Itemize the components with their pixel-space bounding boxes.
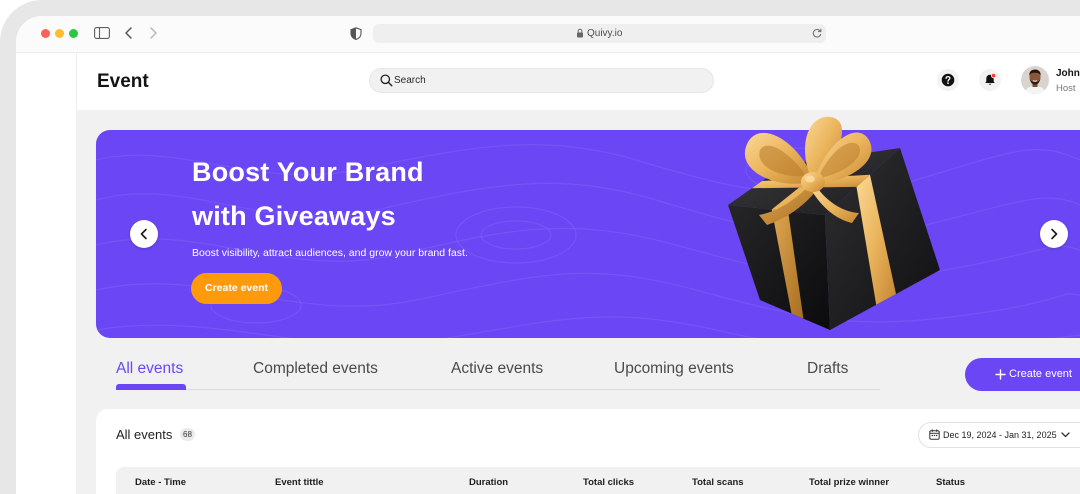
close-dot-icon[interactable]	[41, 29, 50, 38]
banner-title-line1: Boost Your Brand	[192, 157, 424, 187]
active-tab-indicator	[116, 384, 186, 390]
lock-icon	[576, 28, 584, 38]
url-text[interactable]: Quivy.io	[587, 24, 622, 43]
banner-prev-button[interactable]	[130, 220, 158, 248]
column-header-total-clicks[interactable]: Total clicks	[583, 477, 634, 489]
search-icon	[380, 74, 393, 87]
minimize-dot-icon[interactable]	[55, 29, 64, 38]
banner-subtitle: Boost visibility, attract audiences, and…	[192, 247, 468, 259]
sidebar-toggle-icon[interactable]	[94, 27, 110, 39]
search-input[interactable]	[394, 69, 704, 92]
column-header-duration[interactable]: Duration	[469, 477, 508, 489]
chevron-right-icon	[1051, 228, 1058, 240]
tab-drafts[interactable]: Drafts	[807, 359, 848, 379]
user-role: Host	[1056, 83, 1076, 94]
banner-next-button[interactable]	[1040, 220, 1068, 248]
chevron-down-icon[interactable]	[1061, 432, 1070, 438]
tabs-divider	[116, 389, 880, 390]
plus-icon	[995, 369, 1006, 380]
screen: Quivy.io Event John	[0, 0, 1080, 494]
calendar-icon	[929, 429, 940, 440]
avatar[interactable]	[1020, 65, 1050, 95]
tab-completed-events[interactable]: Completed events	[253, 359, 378, 379]
maximize-dot-icon[interactable]	[69, 29, 78, 38]
tab-all-events[interactable]: All events	[116, 359, 183, 379]
column-header-date-time[interactable]: Date - Time	[135, 477, 186, 489]
column-header-total-prize-winner[interactable]: Total prize winner	[809, 477, 889, 489]
user-name[interactable]: John	[1056, 67, 1080, 80]
column-header-status[interactable]: Status	[936, 477, 965, 489]
app-sidebar	[16, 53, 77, 494]
events-card-title: All events	[116, 427, 173, 442]
tab-upcoming-events[interactable]: Upcoming events	[614, 359, 734, 379]
column-header-total-scans[interactable]: Total scans	[692, 477, 744, 489]
help-icon[interactable]	[937, 69, 959, 91]
shield-icon[interactable]	[350, 27, 362, 40]
create-event-label[interactable]: Create event	[1009, 358, 1072, 391]
banner-create-event-button[interactable]: Create event	[191, 273, 282, 304]
chevron-left-icon	[140, 228, 147, 240]
back-chevron-icon[interactable]	[124, 27, 134, 39]
gift-box-illustration	[715, 112, 950, 334]
banner-title-line2: with Giveaways	[192, 201, 396, 231]
page-title: Event	[97, 71, 149, 92]
events-count-badge: 68	[180, 428, 195, 441]
date-range-text[interactable]: Dec 19, 2024 - Jan 31, 2025	[943, 422, 1057, 448]
tab-active-events[interactable]: Active events	[451, 359, 543, 379]
forward-chevron-icon[interactable]	[148, 27, 158, 39]
bell-icon[interactable]	[979, 69, 1001, 91]
column-header-event-title[interactable]: Event tittle	[275, 477, 324, 489]
reload-icon[interactable]	[812, 28, 822, 38]
